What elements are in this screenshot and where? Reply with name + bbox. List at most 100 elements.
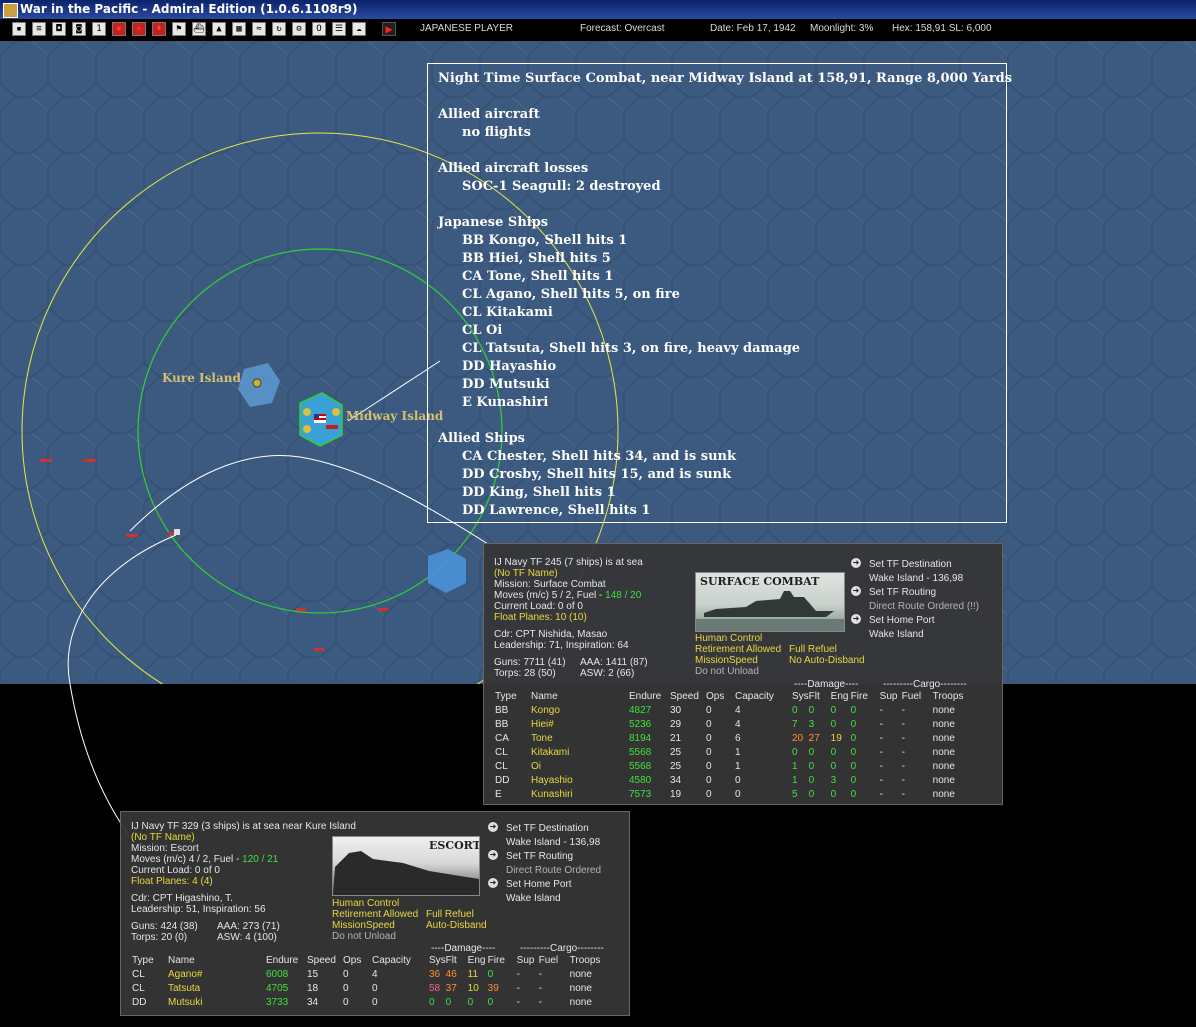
report-line: CL Agano, Shell hits 5, on fire bbox=[462, 287, 680, 302]
report-title: Night Time Surface Combat, near Midway I… bbox=[438, 71, 1013, 86]
settings-icon[interactable]: ⚙ bbox=[292, 22, 306, 36]
set-destination-button[interactable]: Set TF Destination bbox=[506, 823, 589, 834]
report-line: DD Lawrence, Shell hits 1 bbox=[462, 503, 651, 518]
arrow-right-icon[interactable]: ➜ bbox=[851, 586, 861, 596]
table-row[interactable]: CA Tone 8194 21 0 6 20 27 19 0- - none bbox=[495, 731, 973, 745]
fleet-icon[interactable]: ≈ bbox=[252, 22, 266, 36]
toolbar-button-4[interactable]: ◙ bbox=[72, 22, 86, 36]
col-header: Ops bbox=[343, 954, 362, 966]
col-header: Eng bbox=[467, 954, 486, 966]
rising-sun-icon[interactable]: ✹ bbox=[112, 22, 126, 36]
tf-disband[interactable]: No Auto-Disband bbox=[789, 655, 865, 666]
tf-aaa: AAA: 1411 (87) bbox=[580, 657, 648, 668]
player-label: JAPANESE PLAYER bbox=[420, 23, 513, 34]
aircraft-icon[interactable]: ✈ bbox=[132, 22, 146, 36]
col-header: Name bbox=[531, 690, 558, 702]
toolbar-button-3[interactable]: ◘ bbox=[52, 22, 66, 36]
tf-load: Current Load: 0 of 0 bbox=[131, 865, 220, 876]
tf-float-planes[interactable]: Float Planes: 4 (4) bbox=[131, 876, 213, 887]
tf-moves: Moves (m/c) 4 / 2, Fuel - 120 / 21 bbox=[131, 854, 279, 865]
tf-mission[interactable]: Mission: Surface Combat bbox=[494, 579, 606, 590]
toolbar-button-2[interactable]: ≡ bbox=[32, 22, 46, 36]
col-header: Type bbox=[132, 954, 154, 966]
map-icon[interactable]: ▦ bbox=[232, 22, 246, 36]
title-bar: War in the Pacific - Admiral Edition (1.… bbox=[0, 0, 1196, 19]
tf-name[interactable]: (No TF Name) bbox=[131, 832, 195, 843]
ship-icon[interactable]: ⛴ bbox=[192, 22, 206, 36]
tf-commander[interactable]: Cdr: CPT Nishida, Masao bbox=[494, 629, 607, 640]
set-destination-button[interactable]: Set TF Destination bbox=[869, 559, 952, 570]
set-home-port-button[interactable]: Set Home Port bbox=[506, 879, 572, 890]
report-line: DD Mutsuki bbox=[462, 377, 550, 392]
table-row[interactable]: CL Tatsuta 4705 18 0 0 58 37 10 39- - none bbox=[132, 981, 610, 995]
tf-header[interactable]: IJ Navy TF 245 (7 ships) is at sea bbox=[494, 557, 643, 568]
tf-unload[interactable]: Do not Unload bbox=[695, 666, 759, 677]
tf-retirement[interactable]: Retirement Allowed bbox=[695, 644, 781, 655]
ship-name: Hiei# bbox=[531, 718, 554, 730]
col-header: Sys bbox=[429, 954, 446, 966]
arrow-right-icon[interactable]: ➜ bbox=[488, 850, 498, 860]
set-routing-button[interactable]: Set TF Routing bbox=[506, 851, 573, 862]
allied-ships-header: Allied Ships bbox=[438, 431, 525, 446]
arrow-right-icon[interactable]: ➜ bbox=[851, 558, 861, 568]
tf-name[interactable]: (No TF Name) bbox=[494, 568, 558, 579]
report-line: CL Tatsuta, Shell hits 3, on fire, heavy… bbox=[462, 341, 801, 356]
tf-mission[interactable]: Mission: Escort bbox=[131, 843, 199, 854]
tf-refuel[interactable]: Full Refuel bbox=[789, 644, 837, 655]
tf-mission-image: SURFACE COMBAT bbox=[695, 572, 845, 632]
table-row[interactable]: BB Hiei# 5236 29 0 4 7 3 0 0- - none bbox=[495, 717, 973, 731]
tf-commander[interactable]: Cdr: CPT Higashino, T. bbox=[131, 893, 233, 904]
toolbar-button-5[interactable]: 1 bbox=[92, 22, 106, 36]
tf-refuel[interactable]: Full Refuel bbox=[426, 909, 474, 920]
kure-island-label: Kure Island bbox=[162, 371, 241, 385]
tf-unload[interactable]: Do not Unload bbox=[332, 931, 396, 942]
col-header: Fire bbox=[487, 954, 505, 966]
tf-speed[interactable]: MissionSpeed bbox=[695, 655, 758, 666]
tf-load: Current Load: 0 of 0 bbox=[494, 601, 583, 612]
japanese-ships-header: Japanese Ships bbox=[438, 215, 549, 230]
flag-icon[interactable]: ⚑ bbox=[172, 22, 186, 36]
table-row[interactable]: CL Oi 5568 25 0 1 1 0 0 0- - none bbox=[495, 759, 973, 773]
end-turn-play-icon[interactable]: ▶ bbox=[382, 22, 396, 36]
toolbar-button-1[interactable]: ▪ bbox=[12, 22, 26, 36]
tf-disband[interactable]: Auto-Disband bbox=[426, 920, 487, 931]
tf-speed[interactable]: MissionSpeed bbox=[332, 920, 395, 931]
report-line: SOC-1 Seagull: 2 destroyed bbox=[462, 179, 661, 194]
tf-leadership: Leadership: 71, Inspiration: 64 bbox=[494, 640, 629, 651]
set-routing-button[interactable]: Set TF Routing bbox=[869, 587, 936, 598]
col-header: Endure bbox=[629, 690, 662, 702]
toolbar: ▪ ≡ ◘ ◙ 1 ✹ ✈ ♦ ⚑ ⛴ ▲ ▦ ≈ ↻ ⚙ O ☰ ☁ ▶ JA… bbox=[0, 19, 1196, 41]
forecast-label: Forecast: Overcast bbox=[580, 23, 665, 34]
ship-table: Type Name Endure Speed Ops Capacity Sys Flt Eng F… bbox=[495, 689, 973, 801]
arrow-right-icon[interactable]: ➜ bbox=[488, 822, 498, 832]
tf-control[interactable]: Human Control bbox=[695, 633, 762, 644]
arrow-right-icon[interactable]: ➜ bbox=[851, 614, 861, 624]
tf-header[interactable]: IJ Navy TF 329 (3 ships) is at sea near … bbox=[131, 821, 356, 832]
table-row[interactable]: BB Kongo 4827 30 0 4 0 0 0 0- - none bbox=[495, 703, 973, 717]
arrow-right-icon[interactable]: ➜ bbox=[488, 878, 498, 888]
tf-control[interactable]: Human Control bbox=[332, 898, 399, 909]
table-header-row: Type Name Endure Speed Ops Capacity Sys Flt Eng F… bbox=[132, 953, 610, 967]
ground-unit-icon[interactable]: ♦ bbox=[152, 22, 166, 36]
ship-table: Type Name Endure Speed Ops Capacity Sys Flt Eng F… bbox=[132, 953, 610, 1009]
tf-mission-image: ESCORT bbox=[332, 836, 480, 896]
report-line: DD Hayashio bbox=[462, 359, 557, 374]
tf-leadership: Leadership: 51, Inspiration: 56 bbox=[131, 904, 266, 915]
table-header-row: Type Name Endure Speed Ops Capacity Sys Flt Eng F… bbox=[495, 689, 973, 703]
op-icon[interactable]: O bbox=[312, 22, 326, 36]
ship-name: Hayashio bbox=[531, 774, 573, 786]
col-header: Fire bbox=[850, 690, 868, 702]
table-row[interactable]: DD Hayashio 4580 34 0 0 1 0 3 0- - none bbox=[495, 773, 973, 787]
refresh-icon[interactable]: ↻ bbox=[272, 22, 286, 36]
table-row[interactable]: E Kunashiri 7573 19 0 0 5 0 0 0- - none bbox=[495, 787, 973, 801]
table-row[interactable]: CL Agano# 6008 15 0 4 36 46 11 0- - none bbox=[132, 967, 610, 981]
tf-float-planes[interactable]: Float Planes: 10 (10) bbox=[494, 612, 587, 623]
table-row[interactable]: DD Mutsuki 3733 34 0 0 0 0 0 0- - none bbox=[132, 995, 610, 1009]
tf-329-panel: IJ Navy TF 329 (3 ships) is at sea near … bbox=[120, 811, 630, 1016]
weather-icon[interactable]: ☁ bbox=[352, 22, 366, 36]
report-icon[interactable]: ☰ bbox=[332, 22, 346, 36]
tf-retirement[interactable]: Retirement Allowed bbox=[332, 909, 418, 920]
set-home-port-button[interactable]: Set Home Port bbox=[869, 615, 935, 626]
base-icon[interactable]: ▲ bbox=[212, 22, 226, 36]
table-row[interactable]: CL Kitakami 5568 25 0 1 0 0 0 0- - none bbox=[495, 745, 973, 759]
